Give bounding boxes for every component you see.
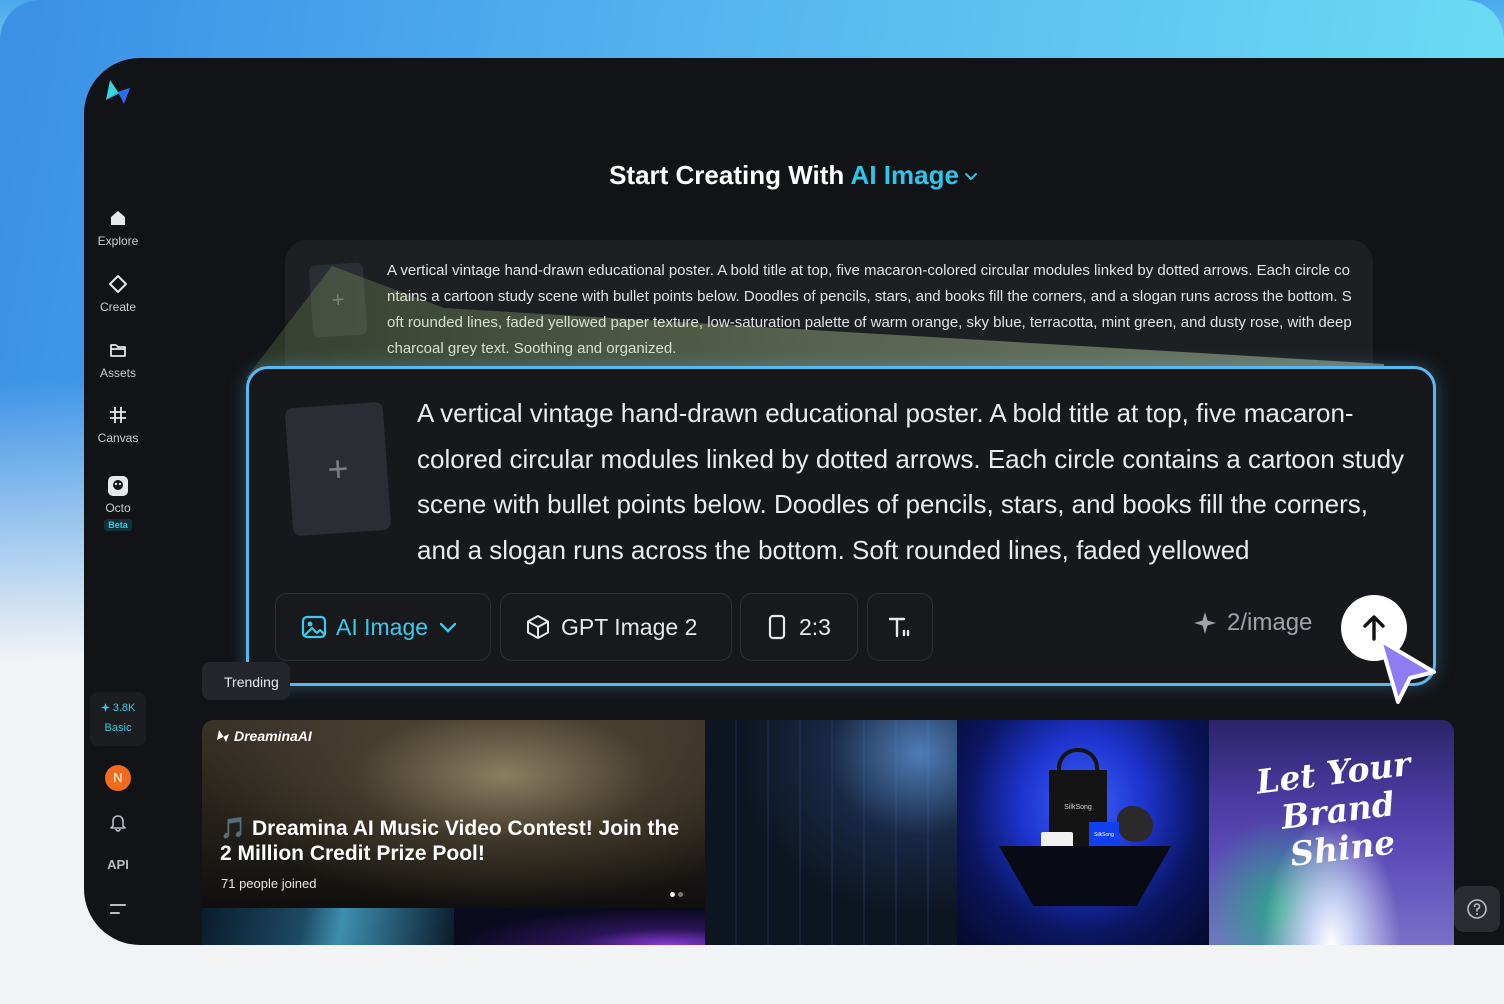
sidebar-item-label: Canvas xyxy=(97,431,139,445)
tab-trending[interactable]: Trending xyxy=(202,662,290,700)
brand-name: DreaminaAI xyxy=(234,728,312,744)
sparkle-icon xyxy=(1194,612,1216,634)
beta-badge: Beta xyxy=(104,519,132,531)
folder-icon xyxy=(110,344,126,357)
brand-mark: DreaminaAI xyxy=(216,728,312,744)
sidebar-item-octo[interactable]: Octo Beta xyxy=(84,475,152,533)
sparkle-icon xyxy=(100,703,110,712)
sidebar-item-label: Explore xyxy=(97,234,139,248)
gallery-image-city-lights[interactable] xyxy=(202,908,454,945)
cube-icon xyxy=(527,615,549,639)
sidebar-item-label: Octo xyxy=(105,501,131,515)
portrait-ratio-icon xyxy=(768,614,786,640)
credits-box[interactable]: 3.8K Basic xyxy=(90,692,146,746)
aspect-ratio-label: 2:3 xyxy=(799,613,831,640)
sidebar-item-create[interactable]: Create xyxy=(84,274,152,316)
carousel-dots[interactable] xyxy=(670,884,686,902)
title-prefix: Start Creating With xyxy=(609,160,845,190)
help-icon xyxy=(1467,899,1487,919)
sidebar: Explore Create Assets Canvas Octo Beta 3… xyxy=(84,58,152,945)
model-selector-label: GPT Image 2 xyxy=(561,613,698,640)
pedestal xyxy=(999,846,1171,906)
avatar[interactable]: N xyxy=(105,765,131,791)
sidebar-item-canvas[interactable]: Canvas xyxy=(84,405,152,447)
bell-icon[interactable] xyxy=(108,812,128,832)
featured-title: 🎵 Dreamina AI Music Video Contest! Join … xyxy=(220,817,680,865)
chevron-down-icon xyxy=(964,173,977,181)
mouse-cursor-icon xyxy=(1378,638,1436,704)
cost-label: 2/image xyxy=(1227,609,1313,636)
mode-dropdown[interactable]: AI Image xyxy=(275,593,491,661)
dreamina-logo[interactable] xyxy=(104,78,132,106)
sidebar-item-label: Assets xyxy=(99,366,136,380)
featured-contest-card[interactable]: DreaminaAI 🎵 Dreamina AI Music Video Con… xyxy=(202,720,705,908)
credits-count: 3.8K xyxy=(90,702,146,714)
crop-icon xyxy=(110,407,126,423)
participants-count: 71 people joined xyxy=(221,876,317,891)
api-link[interactable]: API xyxy=(84,857,152,872)
sidebar-item-explore[interactable]: Explore xyxy=(84,208,152,250)
chevron-down-icon xyxy=(439,622,457,633)
app-window: Explore Create Assets Canvas Octo Beta 3… xyxy=(84,58,1504,945)
menu-icon[interactable] xyxy=(109,901,127,917)
octo-icon xyxy=(108,476,128,496)
mode-dropdown-label: AI Image xyxy=(336,613,429,640)
product-box: SilkSong xyxy=(1089,822,1119,850)
gallery-image-brand-shine[interactable]: Let Your Brand Shine xyxy=(1209,720,1454,945)
dreamina-logo-icon xyxy=(217,730,229,742)
prompt-input[interactable]: A vertical vintage hand-drawn educationa… xyxy=(387,258,1357,362)
credits-tier: Basic xyxy=(104,722,132,734)
sparkle-icon xyxy=(109,275,127,293)
brand-script-text: Let Your Brand Shine xyxy=(1253,743,1413,874)
aspect-ratio-selector[interactable]: 2:3 xyxy=(740,593,858,661)
prompt-toolbar: AI Image GPT Image 2 2:3 2/image xyxy=(275,593,1415,661)
rock-prop xyxy=(1117,806,1153,842)
sidebar-item-assets[interactable]: Assets xyxy=(84,340,152,382)
home-icon xyxy=(111,211,125,225)
gallery-image-glass-wall[interactable] xyxy=(705,720,957,945)
gallery-image-product[interactable]: SilkSong SilkSong xyxy=(957,720,1209,945)
text-icon xyxy=(888,617,910,638)
text-style-button[interactable] xyxy=(867,593,933,661)
sidebar-item-label: Create xyxy=(99,300,137,314)
prompt-card-zoomed[interactable]: + A vertical vintage hand-drawn educatio… xyxy=(246,366,1436,686)
image-icon xyxy=(301,615,327,639)
model-selector[interactable]: GPT Image 2 xyxy=(500,593,732,661)
mode-selector[interactable]: AI Image xyxy=(851,160,979,190)
mode-selector-label: AI Image xyxy=(850,160,959,190)
prompt-input[interactable]: A vertical vintage hand-drawn educationa… xyxy=(417,391,1417,575)
add-reference-button[interactable]: + xyxy=(284,401,392,537)
gallery-image-neon[interactable] xyxy=(454,908,705,945)
cost-indicator: 2/image xyxy=(1193,609,1312,637)
add-reference-button[interactable]: + xyxy=(308,262,368,338)
help-button[interactable] xyxy=(1454,886,1500,932)
page-title: Start Creating With AI Image xyxy=(84,160,1504,191)
